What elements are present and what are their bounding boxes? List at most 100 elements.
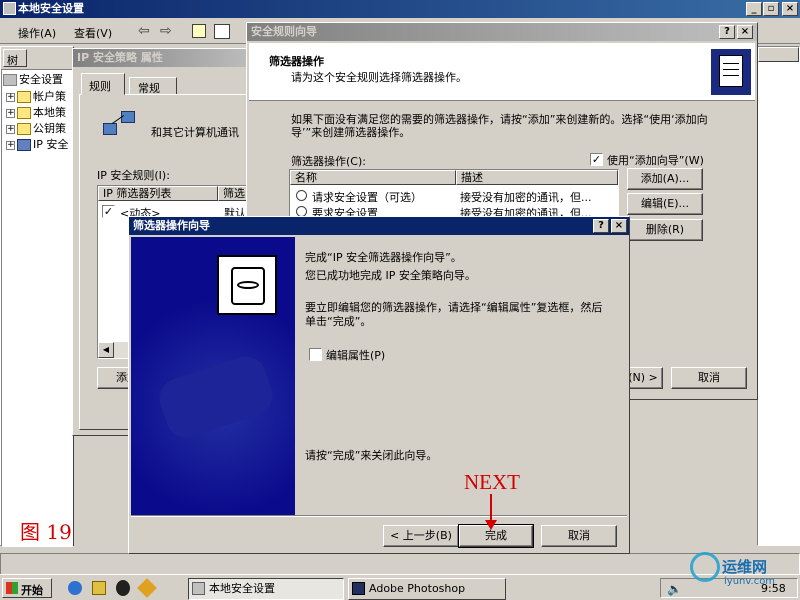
start-label: 开始 bbox=[21, 584, 43, 597]
use-wizard-checkbox[interactable]: ✓ bbox=[590, 153, 603, 166]
details-header bbox=[758, 47, 799, 62]
task-label: 本地安全设置 bbox=[209, 582, 275, 595]
maximize-button[interactable]: ▫ bbox=[763, 2, 779, 16]
use-wizard-label[interactable]: 使用“添加向导”(W) bbox=[607, 152, 704, 168]
next-arrow-head bbox=[485, 520, 497, 530]
volume-icon[interactable]: 🔈 bbox=[667, 582, 682, 596]
edit-filter-action-button[interactable]: 编辑(E)... bbox=[627, 193, 703, 215]
figure-label: 图 19 bbox=[20, 520, 72, 544]
folder-icon bbox=[17, 107, 31, 119]
forward-arrow-icon[interactable]: ⇨ bbox=[160, 23, 172, 39]
policy-properties-titlebar[interactable]: IP 安全策略 属性 bbox=[73, 49, 261, 67]
close-button[interactable]: × bbox=[782, 2, 798, 16]
ie-icon[interactable] bbox=[68, 581, 82, 595]
task-label: Adobe Photoshop bbox=[369, 582, 466, 595]
back-arrow-icon[interactable]: ⇦ bbox=[138, 23, 150, 39]
security-settings-icon bbox=[3, 74, 17, 86]
add-filter-action-button[interactable]: 添加(A)... bbox=[627, 168, 703, 190]
tree-tab-label: 树 bbox=[7, 54, 18, 67]
watermark-logo bbox=[690, 552, 720, 582]
tab-rules[interactable]: 规则 bbox=[81, 73, 125, 95]
desktop-icon[interactable] bbox=[92, 581, 106, 595]
task-photoshop[interactable]: Adobe Photoshop bbox=[348, 578, 506, 600]
edit-properties-label[interactable]: 编辑属性(P) bbox=[326, 347, 385, 363]
next-arrow-shaft bbox=[490, 494, 492, 522]
show-tree-icon[interactable] bbox=[214, 24, 230, 39]
wizard-complete-line3: 要立即编辑您的筛选器操作，请选择“编辑属性”复选框，然后单击“完成”。 bbox=[305, 301, 603, 328]
watermark-site: iyunv.com bbox=[724, 576, 776, 587]
filter-wizard-cancel-button[interactable]: 取消 bbox=[541, 525, 617, 547]
wizard-subheading: 请为这个安全规则选择筛选器操作。 bbox=[291, 71, 467, 84]
help-button[interactable]: ? bbox=[719, 25, 735, 39]
app-icon bbox=[3, 2, 16, 15]
tree-item-public-key[interactable]: + 公钥策 bbox=[6, 121, 66, 136]
edit-properties-checkbox[interactable] bbox=[309, 348, 322, 361]
wizard-instructions: 如果下面没有满足您的需要的筛选器操作，请按“添加”来创建新的。选择“使用‘添加向… bbox=[291, 113, 708, 139]
close-hint: 请按“完成”来关闭此向导。 bbox=[305, 449, 438, 462]
column-description[interactable]: 描述 bbox=[456, 170, 618, 185]
task-app-icon bbox=[192, 582, 205, 595]
quicklaunch-icon[interactable] bbox=[137, 578, 157, 598]
details-pane bbox=[757, 46, 800, 546]
rule-wizard-title: 安全规则向导 bbox=[251, 25, 317, 38]
network-icon bbox=[17, 139, 31, 151]
close-button[interactable]: × bbox=[737, 25, 753, 39]
item-name: 请求安全设置（可选） bbox=[312, 191, 422, 204]
close-button[interactable]: × bbox=[611, 219, 627, 233]
tree-item-security-settings[interactable]: 安全设置 bbox=[3, 72, 63, 87]
qq-icon[interactable] bbox=[116, 580, 130, 596]
tab-rules-label: 规则 bbox=[89, 80, 111, 93]
expand-icon[interactable]: + bbox=[6, 140, 15, 150]
expand-icon[interactable]: + bbox=[6, 108, 15, 118]
tree-item-account-policies[interactable]: + 帐户策 bbox=[6, 89, 66, 104]
taskbar: 开始 本地安全设置 Adobe Photoshop 🔈 9:58 bbox=[0, 574, 800, 600]
rule-checkbox[interactable]: ✓ bbox=[102, 205, 115, 218]
folder-icon bbox=[17, 123, 31, 135]
tree-item-local-policies[interactable]: + 本地策 bbox=[6, 105, 66, 120]
filter-wizard-title: 筛选器操作向导 bbox=[133, 219, 210, 232]
status-bar bbox=[0, 553, 800, 575]
up-folder-icon[interactable] bbox=[192, 24, 206, 38]
rule-wizard-titlebar[interactable]: 安全规则向导 ? × bbox=[247, 23, 757, 41]
start-button[interactable]: 开始 bbox=[2, 578, 52, 598]
wizard-header: 筛选器操作 请为这个安全规则选择筛选器操作。 bbox=[249, 43, 755, 101]
menu-action[interactable]: 操作(A) bbox=[18, 25, 56, 41]
filter-wizard-titlebar[interactable]: 筛选器操作向导 ? × bbox=[129, 217, 629, 235]
radio-request-security[interactable] bbox=[296, 190, 307, 201]
remove-filter-action-button[interactable]: 删除(R) bbox=[627, 219, 703, 241]
computers-icon bbox=[103, 111, 137, 141]
column-filter-list[interactable]: IP 筛选器列表 bbox=[98, 186, 218, 201]
tab-general[interactable]: 常规 bbox=[129, 77, 177, 95]
watermark-name: 运维网 bbox=[722, 558, 768, 576]
menu-view[interactable]: 查看(V) bbox=[74, 25, 112, 41]
rules-label: IP 安全规则(I): bbox=[97, 169, 170, 182]
tree-item-ip-security[interactable]: + IP 安全 bbox=[6, 137, 68, 152]
wizard-banner bbox=[131, 237, 295, 515]
rule-wizard-cancel-button[interactable]: 取消 bbox=[671, 367, 747, 389]
photoshop-icon bbox=[352, 582, 365, 595]
column-name[interactable]: 名称 bbox=[290, 170, 456, 185]
policy-description: 和其它计算机通讯 bbox=[151, 126, 239, 139]
tree-tab[interactable]: 树 bbox=[3, 49, 27, 67]
wizard-complete-line2: 您已成功地完成 IP 安全策略向导。 bbox=[305, 269, 476, 282]
back-button[interactable]: < 上一步(B) bbox=[383, 525, 459, 547]
scroll-left-icon[interactable]: ◀ bbox=[98, 342, 114, 358]
minimize-button[interactable]: _ bbox=[746, 2, 762, 16]
expand-icon[interactable]: + bbox=[6, 92, 15, 102]
task-local-security[interactable]: 本地安全设置 bbox=[188, 578, 344, 600]
scroll-document-icon bbox=[711, 49, 751, 95]
windows-logo-icon bbox=[6, 582, 18, 594]
expand-icon[interactable]: + bbox=[6, 124, 15, 134]
wizard-scroll-icon bbox=[217, 255, 277, 315]
folder-icon bbox=[17, 91, 31, 103]
main-window-titlebar[interactable]: 本地安全设置 _ ▫ × bbox=[0, 0, 800, 18]
next-annotation: NEXT bbox=[464, 470, 520, 494]
main-window-title: 本地安全设置 bbox=[18, 2, 84, 15]
wizard-complete-line1: 完成“IP 安全筛选器操作向导”。 bbox=[305, 251, 462, 264]
filter-wizard-dialog: 筛选器操作向导 ? × 完成“IP 安全筛选器操作向导”。 您已成功地完成 IP… bbox=[128, 216, 630, 554]
button-separator bbox=[131, 515, 627, 517]
help-button[interactable]: ? bbox=[593, 219, 609, 233]
item-description: 接受没有加密的通讯，但... bbox=[460, 191, 592, 204]
policy-properties-title: IP 安全策略 属性 bbox=[77, 51, 163, 64]
list-item[interactable]: 请求安全设置（可选） 接受没有加密的通讯，但... bbox=[292, 188, 618, 204]
